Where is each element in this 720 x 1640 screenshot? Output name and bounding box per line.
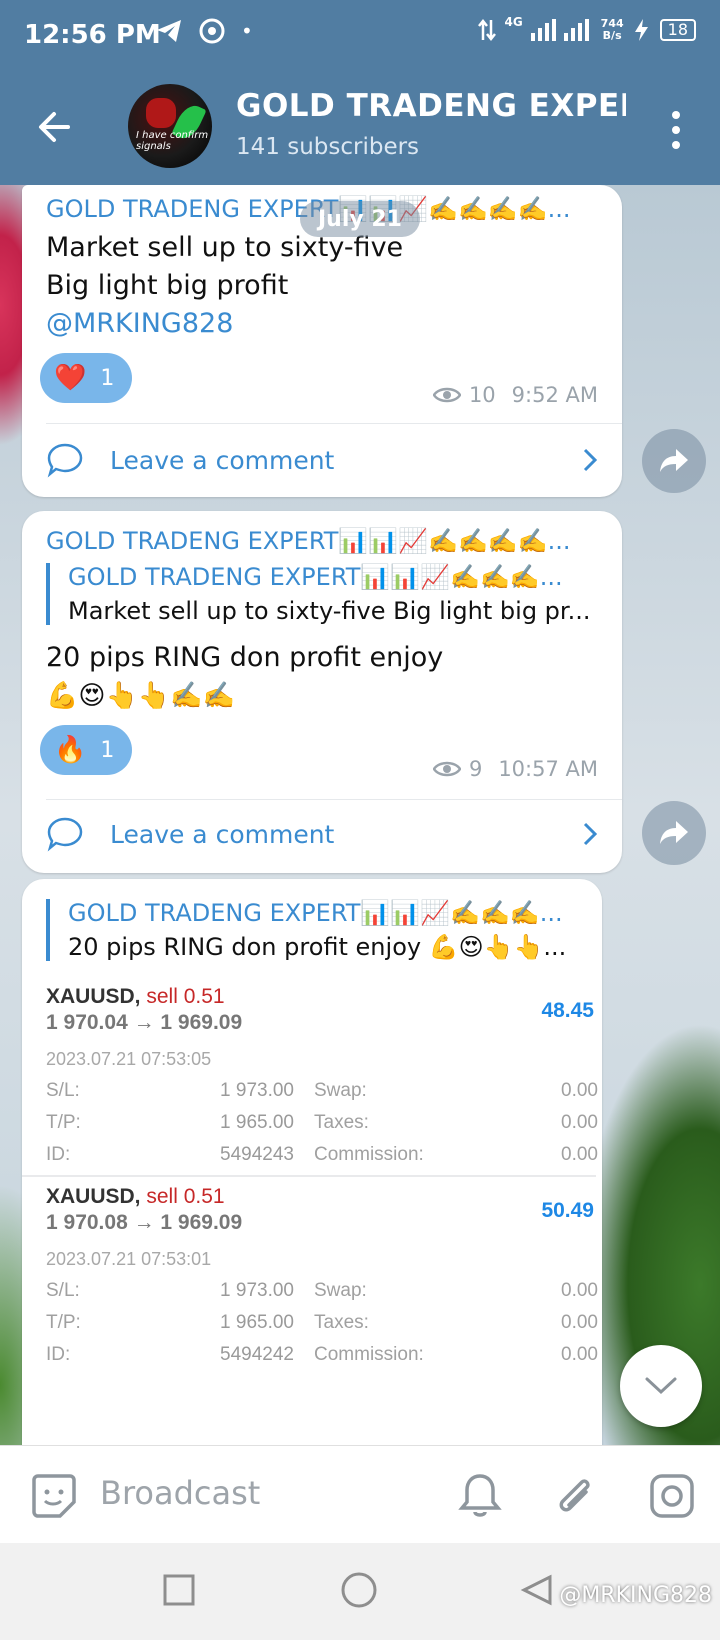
message-bubble-3[interactable]: GOLD TRADENG EXPERT📊📊📈✍️✍️✍️... 20 pips … (22, 879, 602, 1445)
forward-icon (660, 449, 688, 472)
trade-symbol: XAUUSD, (46, 1185, 141, 1208)
system-nav-bar: @MRKING828 (0, 1543, 720, 1640)
reaction-chip[interactable]: ❤️ 1 (40, 353, 132, 403)
trade-symbol: XAUUSD, (46, 985, 141, 1008)
view-count: 9 (468, 757, 483, 781)
chevron-right-icon (583, 822, 598, 846)
message-text: 20 pips RING don profit enjoy 💪😍👆👆✍️✍️ (46, 642, 444, 711)
leave-comment-label: Leave a comment (110, 819, 335, 849)
eye-icon (432, 761, 461, 777)
chevron-right-icon (583, 448, 598, 472)
trade-row-tp: T/P: 1 965.00 Taxes: 0.00 (46, 1112, 598, 1133)
bell-icon[interactable] (458, 1472, 502, 1520)
mention-link[interactable]: @MRKING828 (46, 305, 403, 343)
trade-row-tp: T/P: 1 965.00 Taxes: 0.00 (46, 1312, 598, 1333)
trade-entry-1[interactable]: XAUUSD, sell 0.51 1 970.04 → 1 969.09 48… (46, 985, 598, 1166)
trade-prices: 1 970.04 → 1 969.09 (46, 1011, 243, 1034)
attach-icon[interactable] (552, 1470, 596, 1520)
telegram-icon (157, 20, 181, 42)
battery-indicator: 18 (659, 19, 696, 41)
composer-bar: Broadcast (0, 1445, 720, 1543)
fire-reaction-icon: 🔥 (54, 735, 87, 765)
status-bar: 12:56 PM • 4G 744 B/s 18 (0, 0, 720, 72)
reaction-count: 1 (100, 365, 115, 391)
trade-profit: 50.49 (541, 1199, 594, 1222)
eye-icon (432, 387, 461, 403)
avatar-caption: I have confirm signals (136, 130, 209, 152)
trade-side: sell 0.51 (146, 985, 225, 1008)
channel-avatar[interactable]: I have confirm signals (128, 84, 212, 168)
quote-text: 20 pips RING don profit enjoy 💪😍👆👆... (68, 933, 567, 961)
trade-row-sl: S/L: 1 973.00 Swap: 0.00 (46, 1080, 598, 1101)
heart-reaction-icon: ❤️ (54, 363, 87, 393)
trade-row-id: ID: 5494243 Commission: 0.00 (46, 1144, 598, 1165)
trade-datetime: 2023.07.21 07:53:05 (46, 1049, 212, 1069)
charging-icon (634, 19, 648, 41)
signal-icon (530, 19, 589, 41)
leave-comment-button[interactable]: Leave a comment (46, 809, 598, 859)
back-arrow-icon[interactable] (30, 102, 80, 152)
top-bar: 12:56 PM • 4G 744 B/s 18 I have confirm s… (0, 0, 720, 185)
reply-quote[interactable]: GOLD TRADENG EXPERT📊📊📈✍️✍️✍️... Market s… (46, 563, 591, 625)
camera-icon[interactable] (648, 1472, 696, 1520)
net-speed: 744 B/s (600, 17, 624, 42)
channel-title[interactable]: GOLD TRADENG EXPER (236, 88, 626, 124)
date-pill: July 21 (300, 201, 420, 237)
chat-header: I have confirm signals GOLD TRADENG EXPE… (0, 72, 720, 185)
comment-icon (47, 443, 83, 478)
message-text: Market sell up to sixty-five Big light b… (46, 229, 403, 343)
forward-button-2[interactable] (642, 801, 706, 865)
view-count: 10 (468, 383, 496, 407)
trade-prices: 1 970.08 → 1 969.09 (46, 1211, 243, 1234)
message-meta: 9 10:57 AM (432, 757, 598, 781)
forward-icon (660, 821, 688, 844)
dot-icon: • (241, 19, 253, 43)
chat-area[interactable]: GOLD TRADENG EXPERT📊📊📈✍️✍️✍️✍️... Market… (0, 185, 720, 1445)
trade-datetime: 2023.07.21 07:53:01 (46, 1249, 212, 1269)
status-notification-icons: • (155, 18, 253, 44)
back-nav-icon[interactable] (520, 1573, 554, 1607)
reply-quote[interactable]: GOLD TRADENG EXPERT📊📊📈✍️✍️✍️... 20 pips … (46, 899, 576, 961)
trade-entry-2[interactable]: XAUUSD, sell 0.51 1 970.08 → 1 969.09 50… (46, 1185, 598, 1366)
message-bubble-2[interactable]: GOLD TRADENG EXPERT📊📊📈✍️✍️✍️✍️... GOLD T… (22, 511, 622, 873)
chrome-icon (199, 18, 225, 44)
comment-icon (47, 817, 83, 852)
trade-side: sell 0.51 (146, 1185, 225, 1208)
recent-apps-icon[interactable] (162, 1573, 196, 1607)
scroll-down-button[interactable] (620, 1345, 702, 1427)
quote-sender: GOLD TRADENG EXPERT📊📊📈✍️✍️✍️... (68, 563, 563, 591)
status-time: 12:56 PM (24, 20, 161, 50)
leave-comment-button[interactable]: Leave a comment (46, 435, 598, 485)
subscriber-count: 141 subscribers (236, 134, 420, 160)
message-time: 10:57 AM (498, 757, 598, 781)
leave-comment-label: Leave a comment (110, 445, 335, 475)
broadcast-input[interactable]: Broadcast (100, 1474, 260, 1512)
chevron-down-icon (645, 1377, 677, 1395)
reaction-chip[interactable]: 🔥 1 (40, 725, 132, 775)
message-time: 9:52 AM (511, 383, 598, 407)
watermark-text: @MRKING828 (559, 1583, 712, 1608)
data-arrows-icon (478, 18, 497, 42)
quote-sender: GOLD TRADENG EXPERT📊📊📈✍️✍️✍️... (68, 899, 563, 927)
message-sender[interactable]: GOLD TRADENG EXPERT📊📊📈✍️✍️✍️✍️... (46, 527, 570, 555)
trade-profit: 48.45 (541, 999, 594, 1022)
kebab-menu-icon[interactable] (670, 110, 682, 150)
reaction-count: 1 (100, 737, 115, 763)
status-right: 4G 744 B/s 18 (478, 15, 696, 42)
network-type: 4G (504, 15, 523, 29)
sticker-icon[interactable] (30, 1472, 78, 1520)
quote-text: Market sell up to sixty-five Big light b… (68, 597, 591, 625)
message-meta: 10 9:52 AM (432, 383, 598, 407)
trade-row-id: ID: 5494242 Commission: 0.00 (46, 1344, 598, 1365)
home-icon[interactable] (340, 1571, 378, 1609)
forward-button-1[interactable] (642, 429, 706, 493)
trade-row-sl: S/L: 1 973.00 Swap: 0.00 (46, 1280, 598, 1301)
